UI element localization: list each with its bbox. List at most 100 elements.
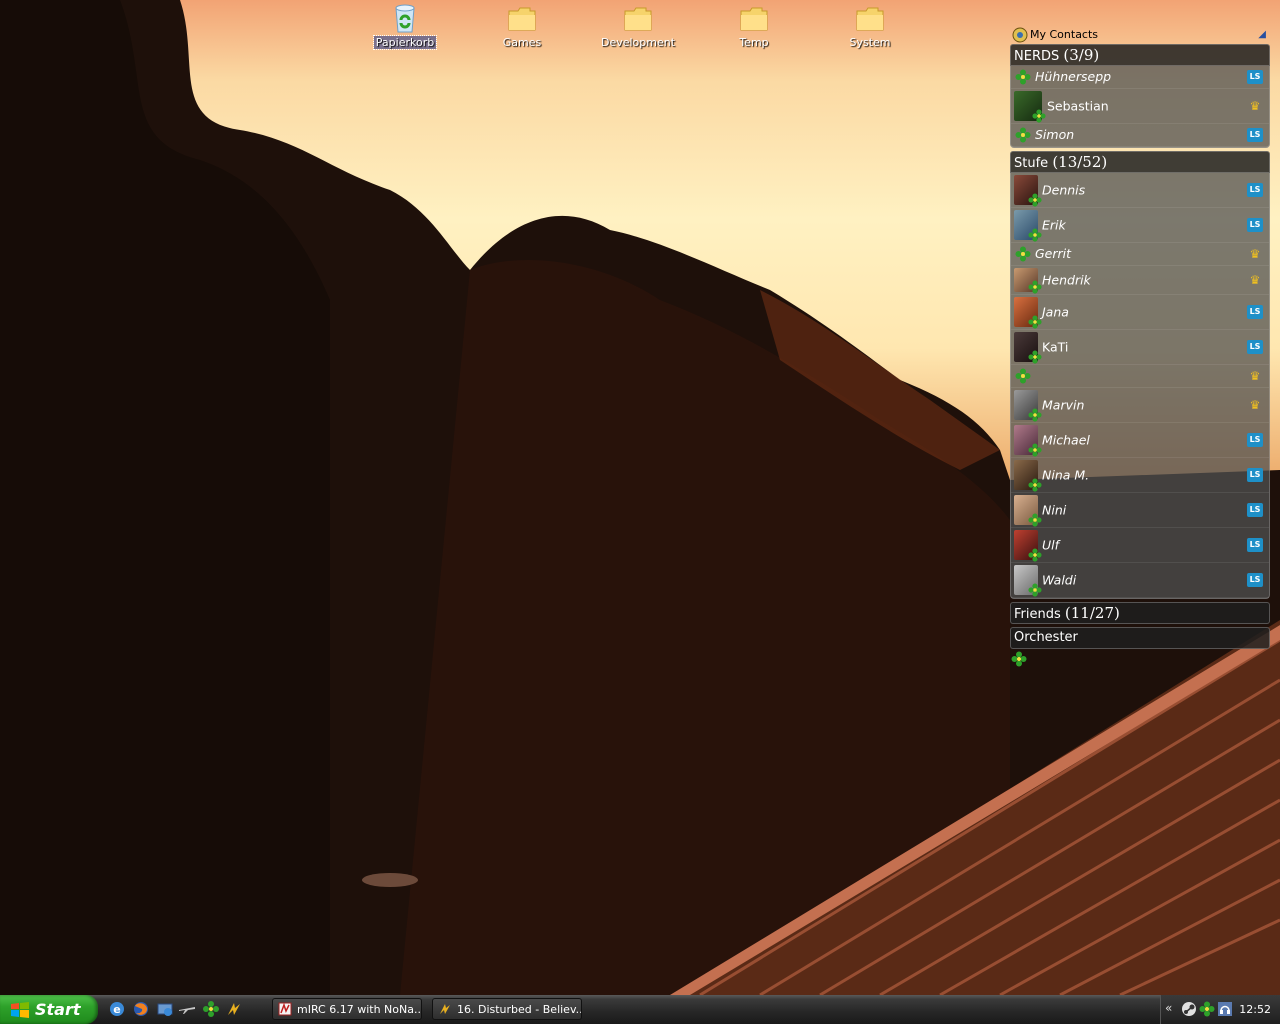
contact-name: Ulf <box>1042 537 1060 553</box>
contact-item[interactable]: Hühnersepp LS <box>1011 66 1269 89</box>
licq-client-icon: LS <box>1247 468 1263 482</box>
ie-icon[interactable]: e <box>108 1000 126 1018</box>
contact-list-title: My Contacts <box>1030 28 1099 41</box>
contact-group-nerds: NERDS (3/9) Hühnersepp LS Sebastian ♛ Si… <box>1010 44 1270 148</box>
crown-client-icon: ♛ <box>1249 247 1261 261</box>
contact-item[interactable]: Ulf LS <box>1011 528 1269 563</box>
winamp-icon[interactable] <box>225 1000 243 1018</box>
taskbar-button-mirc[interactable]: mIRC 6.17 with NoNa... <box>272 998 422 1020</box>
contact-item[interactable] <box>1010 649 1270 669</box>
folder-icon <box>856 7 884 31</box>
headphones-icon[interactable] <box>1217 1001 1233 1017</box>
icq-icon[interactable] <box>202 1000 220 1018</box>
contacts-logo-icon <box>1012 27 1028 43</box>
avatar <box>1014 210 1042 242</box>
network-icon[interactable] <box>156 1000 174 1018</box>
online-flower-icon <box>1028 408 1042 422</box>
collapse-triangle-icon[interactable]: ◢ <box>1258 26 1266 44</box>
start-label: Start <box>35 1000 81 1019</box>
mirc-icon <box>278 1002 292 1016</box>
contact-name: Simon <box>1035 127 1075 142</box>
taskbar-button-winamp[interactable]: 16. Disturbed - Believ... <box>432 998 582 1020</box>
group-body: Hühnersepp LS Sebastian ♛ Simon LS <box>1010 66 1270 148</box>
contact-item[interactable]: Michael LS <box>1011 423 1269 458</box>
avatar <box>1014 175 1042 207</box>
avatar <box>1014 425 1042 457</box>
contact-item[interactable]: Waldi LS <box>1011 563 1269 598</box>
licq-client-icon: LS <box>1247 503 1263 517</box>
contact-group-stufe: Stufe (13/52) Dennis LS Erik LS Gerrit ♛… <box>1010 151 1270 599</box>
licq-client-icon: LS <box>1247 183 1263 197</box>
desktop-icon-temp[interactable]: Temp <box>704 2 804 49</box>
desktop-icon-development[interactable]: Development <box>588 2 688 49</box>
contact-item[interactable]: Hendrik ♛ <box>1011 266 1269 295</box>
contact-list-header: My Contacts ◢ <box>1010 26 1270 44</box>
crown-client-icon: ♛ <box>1249 398 1261 412</box>
folder-icon <box>624 7 652 31</box>
contact-name: Jana <box>1042 304 1069 320</box>
taskbar-button-label: 16. Disturbed - Believ... <box>457 1003 582 1016</box>
contact-item[interactable]: Sebastian ♛ <box>1011 89 1269 124</box>
online-flower-icon <box>1011 651 1027 667</box>
tray-expand-chevron-icon[interactable]: « <box>1165 1001 1172 1015</box>
contact-item[interactable]: Erik LS <box>1011 208 1269 243</box>
contact-item[interactable]: ♛ <box>1011 365 1269 388</box>
desktop-icon-label: Games <box>502 36 542 49</box>
contact-list-panel: My Contacts ◢ NERDS (3/9) Hühnersepp LS … <box>1010 26 1270 672</box>
clock[interactable]: 12:52 <box>1239 995 1271 1024</box>
icq-icon[interactable] <box>1199 1001 1215 1017</box>
avatar <box>1014 495 1042 527</box>
contact-item[interactable]: Simon LS <box>1011 124 1269 147</box>
online-flower-icon <box>1028 513 1042 527</box>
contact-name: Hühnersepp <box>1035 69 1112 84</box>
firefox-icon[interactable] <box>132 1000 150 1018</box>
contact-name: Marvin <box>1042 397 1085 413</box>
contact-item[interactable]: Marvin ♛ <box>1011 388 1269 423</box>
contact-name: Michael <box>1042 432 1090 448</box>
contact-item[interactable]: Gerrit ♛ <box>1011 243 1269 266</box>
group-header-nerds[interactable]: NERDS (3/9) <box>1010 44 1270 66</box>
desktop-icon-label: Temp <box>739 36 769 49</box>
licq-client-icon: LS <box>1247 70 1263 84</box>
avatar <box>1014 390 1042 422</box>
contact-name: Nini <box>1042 502 1067 518</box>
taskbar: Start e mIRC 6.17 with NoNa... 16. Distu… <box>0 995 1280 1024</box>
group-header-orchester[interactable]: Orchester <box>1010 627 1270 649</box>
licq-client-icon: LS <box>1247 573 1263 587</box>
contact-item[interactable]: Dennis LS <box>1011 173 1269 208</box>
group-header-friends[interactable]: Friends (11/27) <box>1010 602 1270 624</box>
svg-text:e: e <box>113 1003 120 1016</box>
contact-item[interactable]: KaTi LS <box>1011 330 1269 365</box>
recycle-bin-icon <box>395 4 415 33</box>
online-flower-icon <box>1015 368 1031 384</box>
desktop-icon-recycle-bin[interactable]: Papierkorb <box>355 2 455 50</box>
steam-icon[interactable] <box>1181 1001 1197 1017</box>
crown-client-icon: ♛ <box>1249 273 1261 287</box>
group-header-stufe[interactable]: Stufe (13/52) <box>1010 151 1270 173</box>
group-body: Dennis LS Erik LS Gerrit ♛ Hendrik ♛ Jan… <box>1010 173 1270 599</box>
contact-item[interactable]: Nina M. LS <box>1011 458 1269 493</box>
contact-item[interactable]: Jana LS <box>1011 295 1269 330</box>
licq-client-icon: LS <box>1247 128 1263 142</box>
online-flower-icon <box>1015 246 1031 262</box>
plane-icon[interactable] <box>178 1000 196 1018</box>
desktop-icon-label: Development <box>600 36 676 49</box>
online-flower-icon <box>1015 69 1031 85</box>
start-button[interactable]: Start <box>0 995 98 1024</box>
group-name: NERDS <box>1014 49 1060 64</box>
desktop-icon-system[interactable]: System <box>820 2 920 49</box>
avatar <box>1014 332 1042 364</box>
desktop-icon-games[interactable]: Games <box>472 2 572 49</box>
online-flower-icon <box>1015 127 1031 143</box>
group-count: (11/27) <box>1064 604 1120 622</box>
online-flower-icon <box>1028 228 1042 242</box>
online-flower-icon <box>1028 478 1042 492</box>
group-name: Orchester <box>1014 630 1078 645</box>
avatar <box>1014 91 1046 123</box>
winamp-icon <box>440 1004 450 1014</box>
contact-item[interactable]: Nini LS <box>1011 493 1269 528</box>
licq-client-icon: LS <box>1247 433 1263 447</box>
online-flower-icon <box>1028 280 1042 294</box>
contact-name: Gerrit <box>1035 246 1072 261</box>
folder-icon <box>508 7 536 31</box>
